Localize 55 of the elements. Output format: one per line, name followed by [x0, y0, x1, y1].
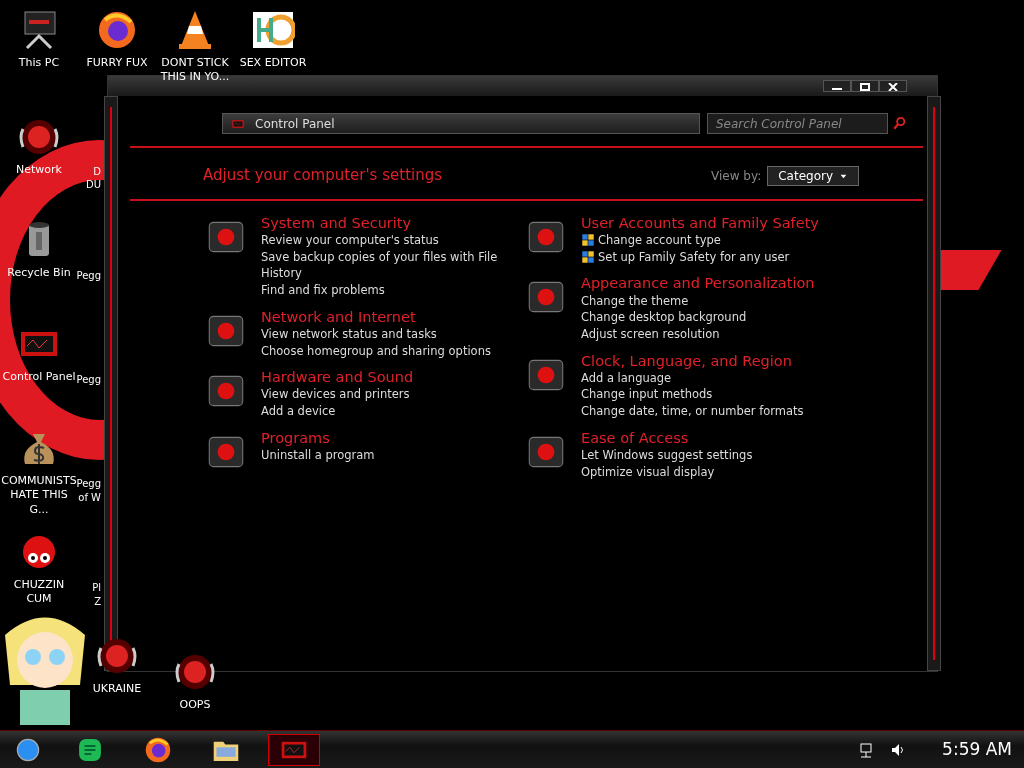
- category-link[interactable]: Clock, Language, and Region: [581, 351, 804, 370]
- desktop-icon-label[interactable]: Pegg: [76, 372, 101, 387]
- task-link[interactable]: Change desktop background: [581, 309, 747, 326]
- task-link[interactable]: Set up Family Safety for any user: [598, 248, 790, 266]
- maximize-icon: [860, 82, 870, 91]
- search-field[interactable]: Search Control Panel: [707, 113, 888, 134]
- address-bar[interactable]: Control Panel: [222, 113, 700, 134]
- category-link[interactable]: Network and Internet: [261, 307, 491, 326]
- page-heading: Adjust your computer's settings: [203, 165, 443, 186]
- task-link[interactable]: Adjust screen resolution: [581, 325, 720, 343]
- task-link[interactable]: Let Windows suggest settings: [581, 446, 753, 464]
- breadcrumb-item[interactable]: Control Panel: [255, 114, 335, 133]
- category-link[interactable]: System and Security: [261, 214, 505, 233]
- close-icon: [888, 82, 898, 91]
- minimize-button[interactable]: [823, 80, 851, 92]
- desktop-icon-label[interactable]: of W: [78, 490, 101, 505]
- task-link[interactable]: Uninstall a program: [261, 446, 375, 464]
- desktop-icon-label[interactable]: Pegg: [76, 268, 101, 283]
- desktop-icon-label[interactable]: DONT STICK THIS IN YO...: [156, 56, 234, 85]
- close-button[interactable]: [879, 80, 907, 92]
- category-link[interactable]: Programs: [261, 428, 375, 447]
- desktop-icon-label[interactable]: CHUZZIN CUM: [0, 578, 78, 607]
- desktop-icon-label[interactable]: Pl: [92, 580, 101, 595]
- desktop-icon-label[interactable]: Pegg: [76, 476, 101, 491]
- clock-text[interactable]: 5:59 AM: [942, 736, 1012, 763]
- task-link[interactable]: View devices and printers: [261, 386, 410, 404]
- desktop-icon-label[interactable]: Z: [94, 594, 101, 609]
- task-link[interactable]: Find and fix problems: [261, 282, 385, 299]
- task-link[interactable]: Optimize visual display: [581, 463, 715, 481]
- desktop-icon-label[interactable]: This PC: [18, 56, 60, 71]
- view-by-label: View by:: [711, 168, 762, 185]
- desktop-icon-label[interactable]: UKRAINE: [92, 682, 142, 697]
- desktop-icon-label[interactable]: FURRY FUX: [86, 56, 148, 71]
- category-link[interactable]: Appearance and Personalization: [581, 274, 815, 293]
- task-link[interactable]: Review your computer's status: [261, 232, 439, 249]
- task-link[interactable]: Choose homegroup and sharing options: [261, 342, 491, 360]
- task-link[interactable]: Change date, time, or number formats: [581, 403, 804, 420]
- desktop-icon-label[interactable]: D: [93, 164, 101, 179]
- maximize-button[interactable]: [851, 80, 879, 92]
- search-icon: [892, 115, 908, 131]
- caret-icon: [839, 172, 848, 181]
- task-link[interactable]: Change input methods: [581, 386, 713, 404]
- view-by-dropdown[interactable]: Category: [767, 166, 859, 186]
- desktop-icon-label[interactable]: OOPS: [179, 698, 211, 713]
- task-link[interactable]: Add a device: [261, 403, 336, 420]
- desktop-icon-label[interactable]: DU: [85, 177, 101, 192]
- category-link[interactable]: User Accounts and Family Safety: [581, 214, 819, 233]
- task-link[interactable]: View network status and tasks: [261, 325, 437, 343]
- category-link[interactable]: Ease of Access: [581, 428, 753, 447]
- task-link[interactable]: Save backup copies of your files with File History: [261, 248, 505, 283]
- category-link[interactable]: Hardware and Sound: [261, 368, 414, 387]
- task-link[interactable]: Add a language: [581, 369, 672, 387]
- task-link[interactable]: Change account type: [598, 232, 721, 249]
- desktop-icon-label[interactable]: SEX EDITOR: [239, 56, 307, 71]
- task-link[interactable]: Change the theme: [581, 292, 689, 310]
